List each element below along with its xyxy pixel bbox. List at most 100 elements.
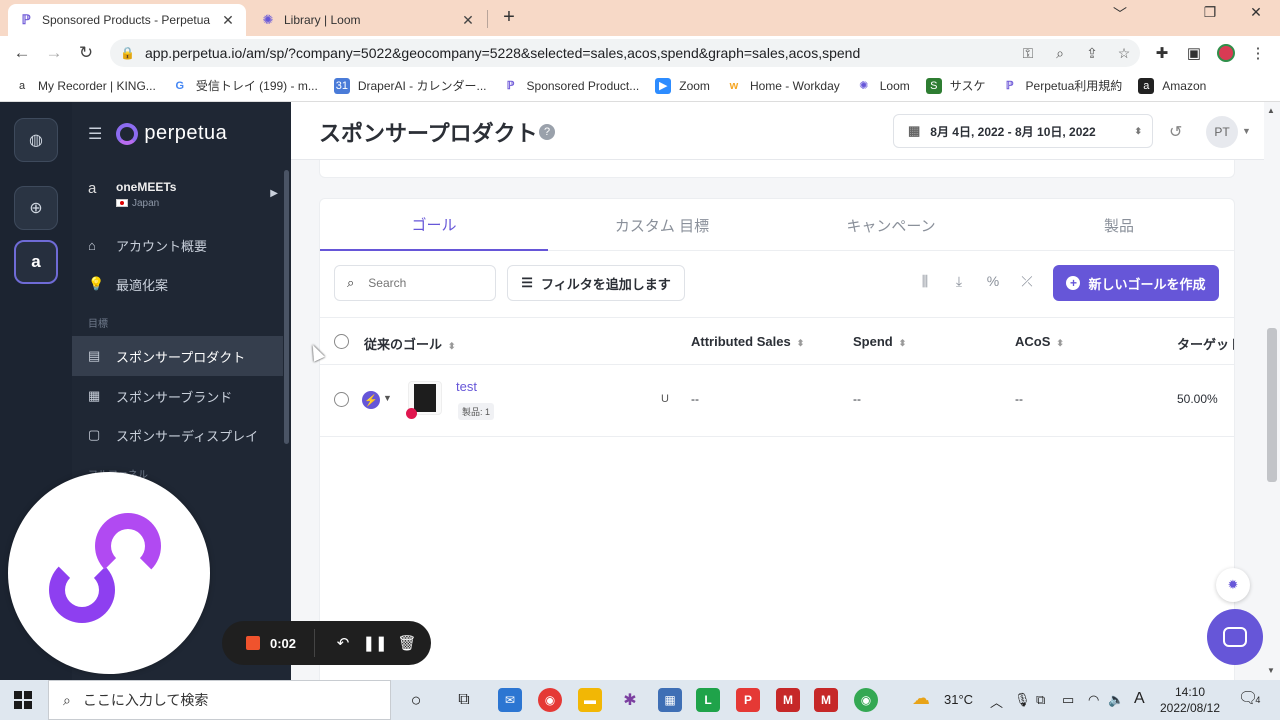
- column-header-sales[interactable]: Attributed Sales ⬍: [691, 334, 804, 349]
- cortana-icon[interactable]: ○: [404, 688, 428, 712]
- mail-icon[interactable]: ✉: [498, 688, 522, 712]
- tab-campaigns[interactable]: キャンペーン: [777, 199, 1005, 251]
- globe-icon[interactable]: ◍: [14, 118, 58, 162]
- download-icon[interactable]: ⤓: [948, 273, 970, 290]
- profile-avatar[interactable]: [1216, 43, 1236, 63]
- chrome-icon-2[interactable]: ◉: [854, 688, 878, 712]
- wifi-icon[interactable]: ◠: [1088, 692, 1099, 708]
- extensions-icon[interactable]: ✚: [1152, 43, 1172, 63]
- sidebar-item-account-overview[interactable]: ⌂ アカウント概要: [72, 225, 283, 265]
- percent-icon[interactable]: %: [982, 273, 1004, 289]
- chrome-icon[interactable]: ◉: [538, 688, 562, 712]
- windows-start-icon[interactable]: [14, 691, 32, 709]
- zoom-icon[interactable]: ⌕: [1044, 45, 1076, 62]
- taskbar-search[interactable]: ⌕ ここに入力して検索: [48, 680, 391, 720]
- pause-icon[interactable]: ❚❚: [359, 634, 391, 652]
- row-select-radio[interactable]: [334, 392, 349, 407]
- mcafee-icon-2[interactable]: M: [814, 688, 838, 712]
- account-switcher[interactable]: a oneMEETs Japan ▶: [88, 180, 278, 209]
- back-button[interactable]: ←: [10, 41, 34, 65]
- hamburger-menu-icon[interactable]: ☰: [88, 124, 102, 144]
- chevron-down-icon[interactable]: ▼: [383, 393, 392, 403]
- help-icon[interactable]: ?: [539, 124, 555, 140]
- line-icon[interactable]: L: [696, 688, 720, 712]
- sidebar-item-sponsored-display[interactable]: ▢ スポンサーディスプレイ: [72, 415, 283, 455]
- close-window-button[interactable]: ✕: [1242, 4, 1270, 21]
- sidebar-item-sponsored-brands[interactable]: ▦ スポンサーブランド: [72, 376, 283, 416]
- column-header-goal[interactable]: 従来のゴール ⬍: [364, 334, 456, 353]
- page-scrollbar[interactable]: ▲ ▼: [1264, 102, 1280, 680]
- notification-icon[interactable]: 🗨4: [1238, 688, 1260, 708]
- volume-icon[interactable]: 🔈: [1108, 692, 1124, 708]
- bookmark-item[interactable]: a Amazon: [1138, 77, 1206, 94]
- goal-name-link[interactable]: test: [456, 379, 477, 394]
- file-explorer-icon[interactable]: ▬: [578, 688, 602, 712]
- sidepanel-icon[interactable]: ▣: [1184, 43, 1204, 63]
- add-account-icon[interactable]: ⊕: [14, 186, 58, 230]
- forward-button[interactable]: →: [42, 41, 66, 65]
- table-row[interactable]: ⚡ ▼ test 製品: 1 U -- -- -- 50.00%: [320, 365, 1234, 437]
- weather-icon[interactable]: ☁: [912, 688, 930, 709]
- restart-icon[interactable]: ↶: [327, 634, 359, 652]
- sidebar-scrollbar[interactable]: [284, 170, 289, 444]
- delete-icon[interactable]: 🗑: [391, 634, 423, 652]
- battery-icon[interactable]: ▭: [1062, 692, 1074, 708]
- key-icon[interactable]: ⚿: [1012, 45, 1044, 62]
- bookmark-item[interactable]: w Home - Workday: [726, 78, 840, 94]
- minimize-button[interactable]: ﹀: [1106, 4, 1134, 24]
- display-tray-icon[interactable]: ⧉: [1036, 692, 1045, 708]
- bookmark-item[interactable]: 31 DraperAI - カレンダー...: [333, 77, 487, 94]
- bookmark-item[interactable]: ℙ Perpetua利用規約: [1002, 77, 1123, 94]
- store-icon[interactable]: ▦: [658, 688, 682, 712]
- tab-custom-goals[interactable]: カスタム 目標: [548, 199, 776, 251]
- microphone-icon[interactable]: 🎙: [1014, 692, 1031, 708]
- browser-tab-loom[interactable]: ✺ Library | Loom ✕: [250, 4, 486, 36]
- column-header-spend[interactable]: Spend ⬍: [853, 334, 906, 349]
- presentation-icon[interactable]: P: [736, 688, 760, 712]
- lightning-icon[interactable]: ⚡: [362, 391, 380, 409]
- bug-report-icon[interactable]: ✹: [1216, 568, 1250, 602]
- chevron-up-icon[interactable]: ︿: [990, 692, 1003, 711]
- columns-icon[interactable]: ⫼: [914, 273, 936, 290]
- collapse-icon[interactable]: ⤫: [1016, 273, 1038, 290]
- sidebar-item-optimizations[interactable]: 💡 最適化案: [72, 264, 283, 304]
- ime-indicator[interactable]: A: [1134, 690, 1145, 708]
- select-all-radio[interactable]: [334, 334, 349, 349]
- loom-camera-bubble[interactable]: [8, 472, 210, 674]
- stop-recording-icon[interactable]: [246, 636, 260, 650]
- bookmark-item[interactable]: ℙ Sponsored Product...: [503, 78, 640, 94]
- browser-menu-icon[interactable]: ⋮: [1248, 43, 1268, 63]
- restore-button[interactable]: ❐: [1196, 4, 1224, 21]
- search-box[interactable]: ⌕: [334, 265, 496, 301]
- browser-tab-perpetua[interactable]: ℙ Sponsored Products - Perpetua ✕: [8, 4, 246, 36]
- bookmark-item[interactable]: a My Recorder | KING...: [14, 78, 156, 94]
- bookmark-item[interactable]: G 受信トレイ (199) - m...: [172, 77, 318, 94]
- mcafee-icon[interactable]: M: [776, 688, 800, 712]
- chevron-down-icon[interactable]: ▼: [1242, 126, 1251, 136]
- close-tab-icon[interactable]: ✕: [460, 12, 476, 29]
- reload-button[interactable]: ↻: [74, 41, 98, 65]
- bookmark-star-icon[interactable]: ☆: [1108, 45, 1140, 62]
- chat-button[interactable]: [1207, 609, 1263, 665]
- amazon-account-icon[interactable]: a: [14, 240, 58, 284]
- create-goal-button[interactable]: + 新しいゴールを作成: [1053, 265, 1219, 301]
- bookmark-item[interactable]: ▶ Zoom: [655, 77, 710, 94]
- scroll-up-icon[interactable]: ▲: [1267, 106, 1275, 115]
- slack-icon[interactable]: ✱: [618, 688, 642, 712]
- tab-products[interactable]: 製品: [1005, 199, 1233, 251]
- column-header-target[interactable]: ターゲット: [1177, 334, 1234, 353]
- close-tab-icon[interactable]: ✕: [220, 12, 236, 29]
- new-tab-button[interactable]: +: [498, 6, 520, 29]
- date-range-picker[interactable]: ▦ 8月 4日, 2022 - 8月 10日, 2022 ⬍: [893, 114, 1153, 148]
- search-input[interactable]: [368, 276, 469, 290]
- weather-temperature[interactable]: 31°C: [944, 692, 973, 707]
- bookmark-item[interactable]: ✺ Loom: [856, 78, 910, 94]
- scrollbar-thumb[interactable]: [1267, 328, 1277, 482]
- bookmark-item[interactable]: S サスケ: [925, 77, 986, 94]
- avatar[interactable]: PT: [1206, 116, 1238, 148]
- clock[interactable]: 14:10 2022/08/12: [1150, 684, 1230, 716]
- share-icon[interactable]: ⇪: [1076, 45, 1108, 62]
- tab-goals[interactable]: ゴール: [320, 199, 548, 251]
- task-view-icon[interactable]: ⧉: [452, 688, 476, 712]
- scroll-down-icon[interactable]: ▼: [1267, 666, 1275, 675]
